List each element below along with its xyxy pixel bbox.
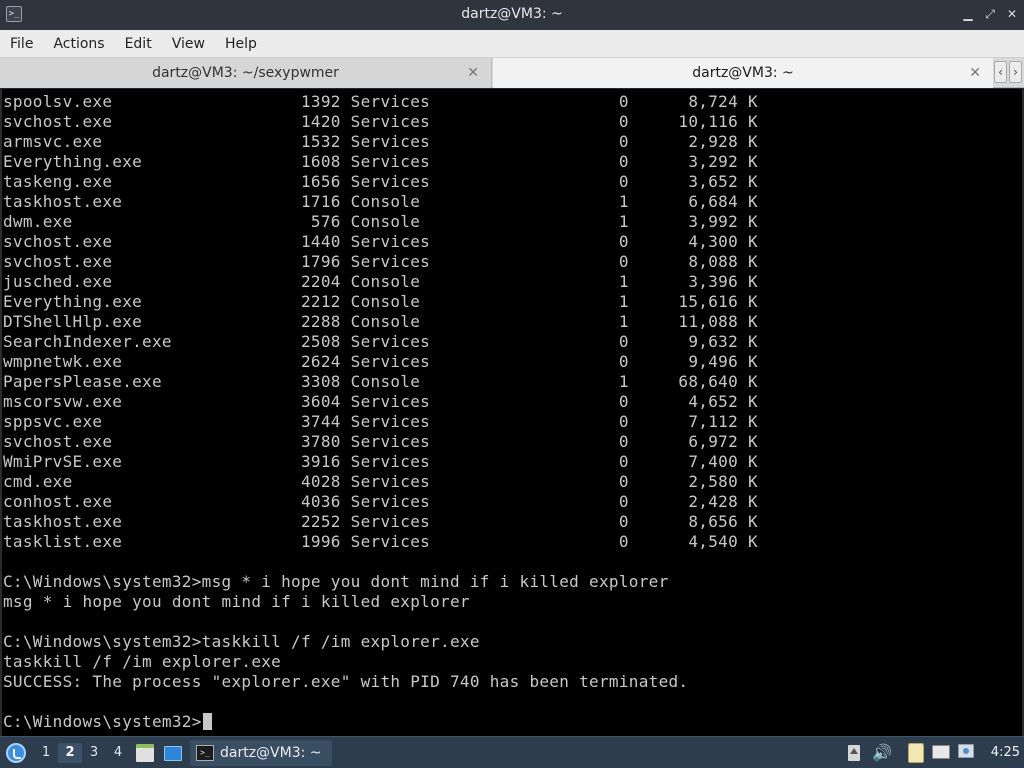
terminal-border-left (0, 89, 2, 736)
tab-label: dartz@VM3: ~ (692, 65, 794, 81)
terminal-line: SearchIndexer.exe 2508 Services 0 9,632 … (3, 332, 758, 351)
menu-file[interactable]: File (0, 36, 43, 52)
terminal-line: jusched.exe 2204 Console 1 3,396 K (3, 272, 758, 291)
file-manager-icon[interactable] (136, 744, 154, 762)
terminal-line: svchost.exe 1440 Services 0 4,300 K (3, 232, 758, 251)
workspace-2[interactable]: 2 (58, 743, 82, 763)
terminal-line: SUCCESS: The process "explorer.exe" with… (3, 672, 689, 691)
terminal-line: conhost.exe 4036 Services 0 2,428 K (3, 492, 758, 511)
window-titlebar[interactable]: >_ dartz@VM3: ~ ▁ ⤢ ✕ (0, 0, 1024, 30)
taskbar-terminal-button[interactable]: >_ dartz@VM3: ~ (190, 740, 332, 766)
menu-view[interactable]: View (162, 36, 215, 52)
terminal-line: C:\Windows\system32> (3, 712, 758, 732)
network-icon[interactable] (958, 744, 974, 758)
clipboard-icon[interactable] (908, 743, 924, 763)
terminal-line: spoolsv.exe 1392 Services 0 8,724 K (3, 92, 758, 111)
workspace-3[interactable]: 3 (82, 743, 106, 763)
terminal-line: svchost.exe 1420 Services 0 10,116 K (3, 112, 758, 131)
tab-home[interactable]: dartz@VM3: ~ ✕ (493, 58, 993, 88)
terminal-line: svchost.exe 3780 Services 0 6,972 K (3, 432, 758, 451)
terminal-line: DTShellHlp.exe 2288 Console 1 11,088 K (3, 312, 758, 331)
tab-scroll-right-icon[interactable]: › (1009, 61, 1022, 83)
taskbar-task-label: dartz@VM3: ~ (220, 745, 322, 761)
clock[interactable]: 4:25 (991, 745, 1020, 760)
terminal-line: taskkill /f /im explorer.exe (3, 652, 282, 671)
terminal-line: WmiPrvSE.exe 3916 Services 0 7,400 K (3, 452, 758, 471)
tab-scroll-buttons: ‹ › (994, 61, 1022, 83)
terminal-line: taskhost.exe 1716 Console 1 6,684 K (3, 192, 758, 211)
terminal-line: dwm.exe 576 Console 1 3,992 K (3, 212, 758, 231)
keyboard-icon[interactable] (932, 745, 950, 759)
tab-scroll-left-icon[interactable]: ‹ (994, 61, 1007, 83)
volume-icon[interactable]: 🔊 (872, 743, 892, 762)
menu-bar: File Actions Edit View Help (0, 30, 1024, 58)
terminal-cursor (202, 713, 212, 730)
show-desktop-icon[interactable] (164, 746, 182, 761)
terminal-line: wmpnetwk.exe 2624 Services 0 9,496 K (3, 352, 758, 371)
tab-sexypwmer[interactable]: dartz@VM3: ~/sexypwmer ✕ (0, 58, 492, 88)
terminal-line: C:\Windows\system32>taskkill /f /im expl… (3, 632, 480, 651)
terminal-line: tasklist.exe 1996 Services 0 4,540 K (3, 532, 758, 551)
terminal-output: spoolsv.exe 1392 Services 0 8,724 Ksvcho… (3, 92, 758, 732)
minimize-icon[interactable]: ▁ (962, 7, 974, 21)
menu-help[interactable]: Help (215, 36, 267, 52)
terminal-line: taskhost.exe 2252 Services 0 8,656 K (3, 512, 758, 531)
terminal-line: armsvc.exe 1532 Services 0 2,928 K (3, 132, 758, 151)
terminal-view[interactable]: spoolsv.exe 1392 Services 0 8,724 Ksvcho… (0, 89, 1024, 736)
taskbar: 1 2 3 4 >_ dartz@VM3: ~ 🔊 4:25 (0, 736, 1024, 768)
start-menu-icon[interactable] (6, 743, 26, 763)
menu-edit[interactable]: Edit (115, 36, 162, 52)
workspace-switcher: 1 2 3 4 (34, 743, 130, 763)
tab-label: dartz@VM3: ~/sexypwmer (152, 65, 339, 81)
window-controls: ▁ ⤢ ✕ (962, 7, 1018, 21)
terminal-icon: >_ (196, 745, 214, 761)
close-icon[interactable]: ✕ (1006, 7, 1018, 21)
terminal-line: mscorsvw.exe 3604 Services 0 4,652 K (3, 392, 758, 411)
terminal-line: PapersPlease.exe 3308 Console 1 68,640 K (3, 372, 758, 391)
update-notifier-icon[interactable] (848, 745, 860, 761)
maximize-icon[interactable]: ⤢ (984, 7, 996, 21)
terminal-line: Everything.exe 2212 Console 1 15,616 K (3, 292, 758, 311)
terminal-line: taskeng.exe 1656 Services 0 3,652 K (3, 172, 758, 191)
terminal-line: cmd.exe 4028 Services 0 2,580 K (3, 472, 758, 491)
tab-close-icon[interactable]: ✕ (969, 65, 981, 81)
terminal-line: C:\Windows\system32>msg * i hope you don… (3, 572, 669, 591)
tab-bar: dartz@VM3: ~/sexypwmer ✕ dartz@VM3: ~ ✕ … (0, 58, 1024, 88)
terminal-line: svchost.exe 1796 Services 0 8,088 K (3, 252, 758, 271)
terminal-line: Everything.exe 1608 Services 0 3,292 K (3, 152, 758, 171)
terminal-line: sppsvc.exe 3744 Services 0 7,112 K (3, 412, 758, 431)
workspace-1[interactable]: 1 (34, 743, 58, 763)
workspace-4[interactable]: 4 (106, 743, 130, 763)
menu-actions[interactable]: Actions (43, 36, 114, 52)
tab-close-icon[interactable]: ✕ (467, 65, 479, 81)
window-title: dartz@VM3: ~ (461, 6, 563, 22)
terminal-line: msg * i hope you dont mind if i killed e… (3, 592, 470, 611)
